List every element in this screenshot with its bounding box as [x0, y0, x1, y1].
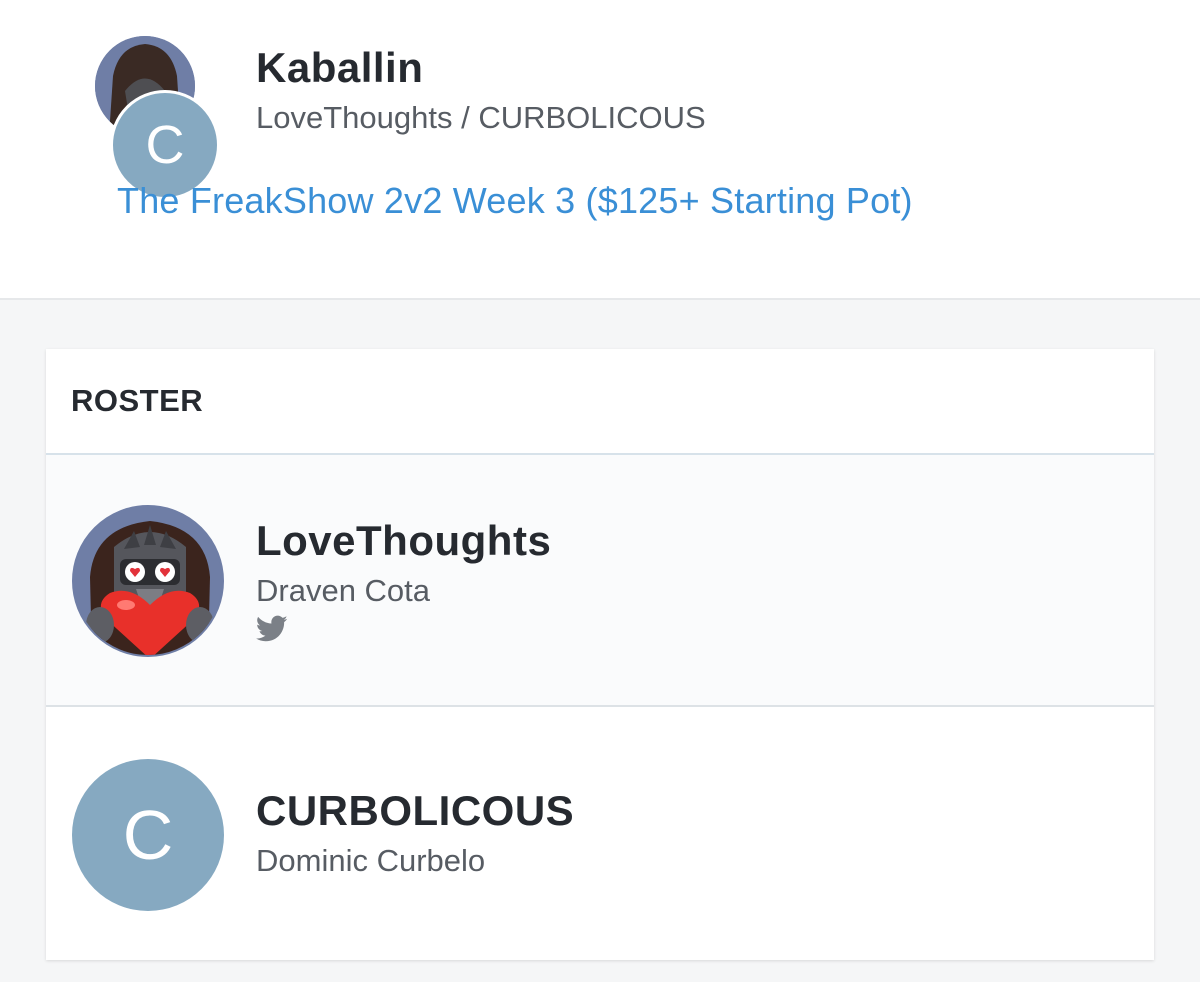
team-members: LoveThoughts / CURBOLICOUS — [256, 100, 706, 135]
roster-title: ROSTER — [71, 383, 204, 418]
player-real-name: Dominic Curbelo — [256, 843, 486, 878]
heart-monster-avatar[interactable] — [72, 505, 224, 657]
event-link[interactable]: The FreakShow 2v2 Week 3 ($125+ Starting… — [117, 180, 913, 222]
team-avatar-stack: C — [95, 36, 225, 200]
player-real-name: Draven Cota — [256, 573, 431, 608]
player-avatar-initial[interactable]: C — [72, 759, 224, 911]
team-header: C Kaballin LoveThoughts / CURBOLICOUS Th… — [0, 0, 1200, 300]
player-gamertag[interactable]: CURBOLICOUS — [256, 787, 574, 835]
roster-card: ROSTER LoveThoughts Draven Cota C CURBOL… — [46, 349, 1154, 960]
twitter-icon[interactable] — [255, 615, 288, 643]
roster-row[interactable]: C CURBOLICOUS Dominic Curbelo — [46, 709, 1154, 960]
player-gamertag[interactable]: LoveThoughts — [256, 517, 551, 565]
roster-row[interactable]: LoveThoughts Draven Cota — [46, 455, 1154, 707]
team-name: Kaballin — [256, 44, 424, 91]
